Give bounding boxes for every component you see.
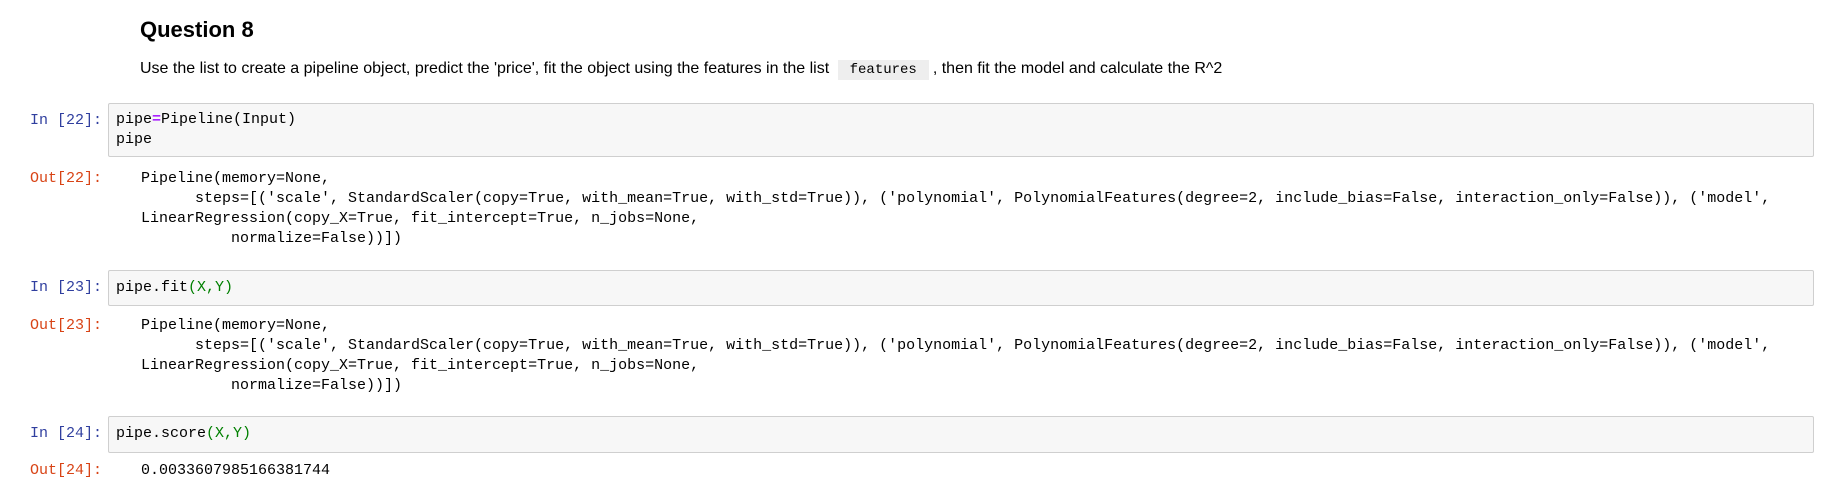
code-token: pipe.fit (116, 279, 189, 296)
code-input-editor[interactable]: pipe=Pipeline(Input) pipe (108, 103, 1814, 157)
code-input: pipe.fit(X,Y) (109, 278, 1813, 298)
code-input-editor[interactable]: pipe.fit(X,Y) (108, 270, 1814, 306)
cell-output: Pipeline(memory=None, steps=[('scale', S… (141, 170, 1771, 247)
input-prompt: In [24]: (29, 425, 102, 442)
code-token: pipe (116, 131, 153, 148)
code-args: (X,Y) (188, 279, 234, 296)
output-prompt: Out[24]: (29, 462, 102, 479)
code-token: pipe (116, 111, 153, 128)
output-prompt: Out[23]: (29, 317, 102, 334)
output-prompt: Out[22]: (29, 170, 102, 187)
cell-output: Pipeline(memory=None, steps=[('scale', S… (141, 317, 1771, 394)
question-text-end: , then fit the model and calculate the R… (932, 60, 1223, 77)
inline-code-features: features (837, 60, 929, 80)
question-text: Use the list to create a pipeline object… (140, 58, 1222, 81)
code-input: pipe=Pipeline(Input) pipe (109, 110, 1813, 150)
cell-output: 0.0033607985166381744 (141, 462, 331, 479)
question-text-start: Use the list to create a pipeline object… (140, 60, 830, 77)
code-token: pipe.score (116, 425, 207, 442)
code-args: (X,Y) (206, 425, 252, 442)
code-input-editor[interactable]: pipe.score(X,Y) (108, 416, 1814, 453)
code-operator: = (152, 111, 162, 128)
question-heading: Question 8 (140, 17, 254, 42)
input-prompt: In [22]: (29, 112, 102, 129)
code-input: pipe.score(X,Y) (109, 424, 1813, 444)
code-token: Pipeline(Input) (161, 111, 297, 128)
input-prompt: In [23]: (29, 279, 102, 296)
